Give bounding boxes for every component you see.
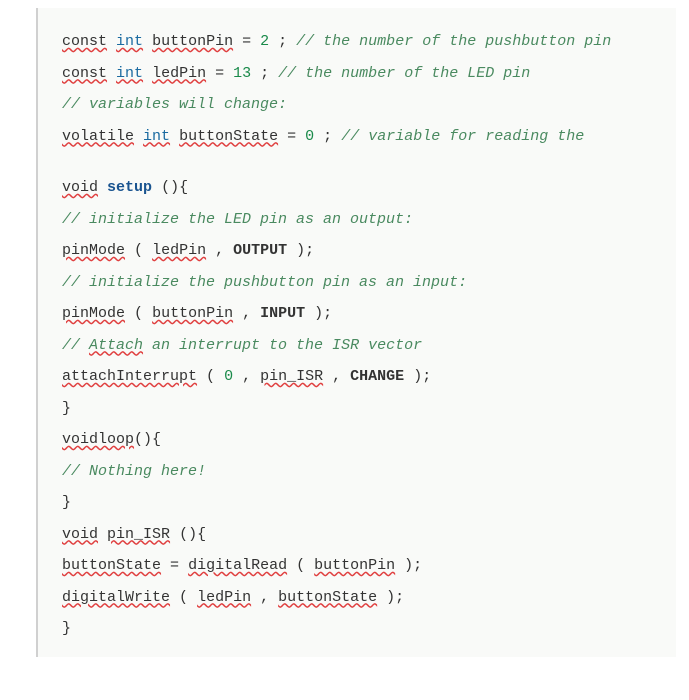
brace-close: } bbox=[62, 494, 71, 511]
identifier-ledpin: ledPin bbox=[152, 65, 206, 82]
code-line-16: void pin_ISR (){ bbox=[62, 519, 664, 551]
comment: // the number of the LED pin bbox=[278, 65, 530, 82]
comment: // variables will change: bbox=[62, 96, 287, 113]
comment: // the number of the pushbutton pin bbox=[296, 33, 611, 50]
number-literal: 0 bbox=[224, 368, 233, 385]
code-line-10: // Attach an interrupt to the ISR vector bbox=[62, 330, 664, 362]
identifier-buttonstate: buttonState bbox=[179, 128, 278, 145]
identifier-buttonpin: buttonPin bbox=[152, 305, 233, 322]
number-literal: 13 bbox=[233, 65, 251, 82]
comment: // variable for reading the bbox=[341, 128, 584, 145]
code-line-3: // variables will change: bbox=[62, 89, 664, 121]
comment: // Nothing here! bbox=[62, 463, 206, 480]
identifier-buttonstate: buttonState bbox=[62, 557, 161, 574]
keyword-volatile: volatile bbox=[62, 128, 134, 145]
constant-change: CHANGE bbox=[350, 368, 404, 385]
function-pinmode: pinMode bbox=[62, 305, 125, 322]
code-block: const int buttonPin = 2 ; // the number … bbox=[36, 8, 676, 657]
function-loop: loop bbox=[98, 431, 134, 448]
code-line-5: void setup (){ bbox=[62, 172, 664, 204]
number-literal: 0 bbox=[305, 128, 314, 145]
identifier-ledpin: ledPin bbox=[152, 242, 206, 259]
code-line-1: const int buttonPin = 2 ; // the number … bbox=[62, 26, 664, 58]
brace-close: } bbox=[62, 400, 71, 417]
keyword-int: int bbox=[143, 128, 170, 145]
code-line-18: digitalWrite ( ledPin , buttonState ); bbox=[62, 582, 664, 614]
code-line-6: // initialize the LED pin as an output: bbox=[62, 204, 664, 236]
keyword-const: const bbox=[62, 65, 107, 82]
constant-input: INPUT bbox=[260, 305, 305, 322]
function-attachinterrupt: attachInterrupt bbox=[62, 368, 197, 385]
code-line-8: // initialize the pushbutton pin as an i… bbox=[62, 267, 664, 299]
code-line-9: pinMode ( buttonPin , INPUT ); bbox=[62, 298, 664, 330]
function-pinmode: pinMode bbox=[62, 242, 125, 259]
identifier-buttonpin: buttonPin bbox=[314, 557, 395, 574]
comment: an interrupt to the ISR vector bbox=[143, 337, 422, 354]
keyword-const: const bbox=[62, 33, 107, 50]
identifier-pin-isr: pin_ISR bbox=[260, 368, 323, 385]
identifier-buttonpin: buttonPin bbox=[152, 33, 233, 50]
identifier-ledpin: ledPin bbox=[197, 589, 251, 606]
code-line-2: const int ledPin = 13 ; // the number of… bbox=[62, 58, 664, 90]
code-line-12: } bbox=[62, 393, 664, 425]
keyword-int: int bbox=[116, 33, 143, 50]
number-literal: 2 bbox=[260, 33, 269, 50]
blank-line bbox=[62, 152, 664, 172]
function-digitalread: digitalRead bbox=[188, 557, 287, 574]
code-line-13: voidloop(){ bbox=[62, 424, 664, 456]
identifier-buttonstate: buttonState bbox=[278, 589, 377, 606]
keyword-void: void bbox=[62, 431, 98, 448]
function-setup: setup bbox=[107, 179, 152, 196]
code-line-7: pinMode ( ledPin , OUTPUT ); bbox=[62, 235, 664, 267]
code-line-19: } bbox=[62, 613, 664, 645]
code-line-15: } bbox=[62, 487, 664, 519]
comment: // initialize the LED pin as an output: bbox=[62, 211, 413, 228]
comment: // bbox=[62, 337, 89, 354]
code-line-14: // Nothing here! bbox=[62, 456, 664, 488]
function-digitalwrite: digitalWrite bbox=[62, 589, 170, 606]
function-pin-isr: pin_ISR bbox=[107, 526, 170, 543]
constant-output: OUTPUT bbox=[233, 242, 287, 259]
code-line-4: volatile int buttonState = 0 ; // variab… bbox=[62, 121, 664, 153]
code-line-17: buttonState = digitalRead ( buttonPin ); bbox=[62, 550, 664, 582]
comment-word-attach: Attach bbox=[89, 337, 143, 354]
code-line-11: attachInterrupt ( 0 , pin_ISR , CHANGE )… bbox=[62, 361, 664, 393]
brace-close: } bbox=[62, 620, 71, 637]
keyword-void: void bbox=[62, 526, 98, 543]
keyword-void: void bbox=[62, 179, 98, 196]
keyword-int: int bbox=[116, 65, 143, 82]
comment: // initialize the pushbutton pin as an i… bbox=[62, 274, 467, 291]
